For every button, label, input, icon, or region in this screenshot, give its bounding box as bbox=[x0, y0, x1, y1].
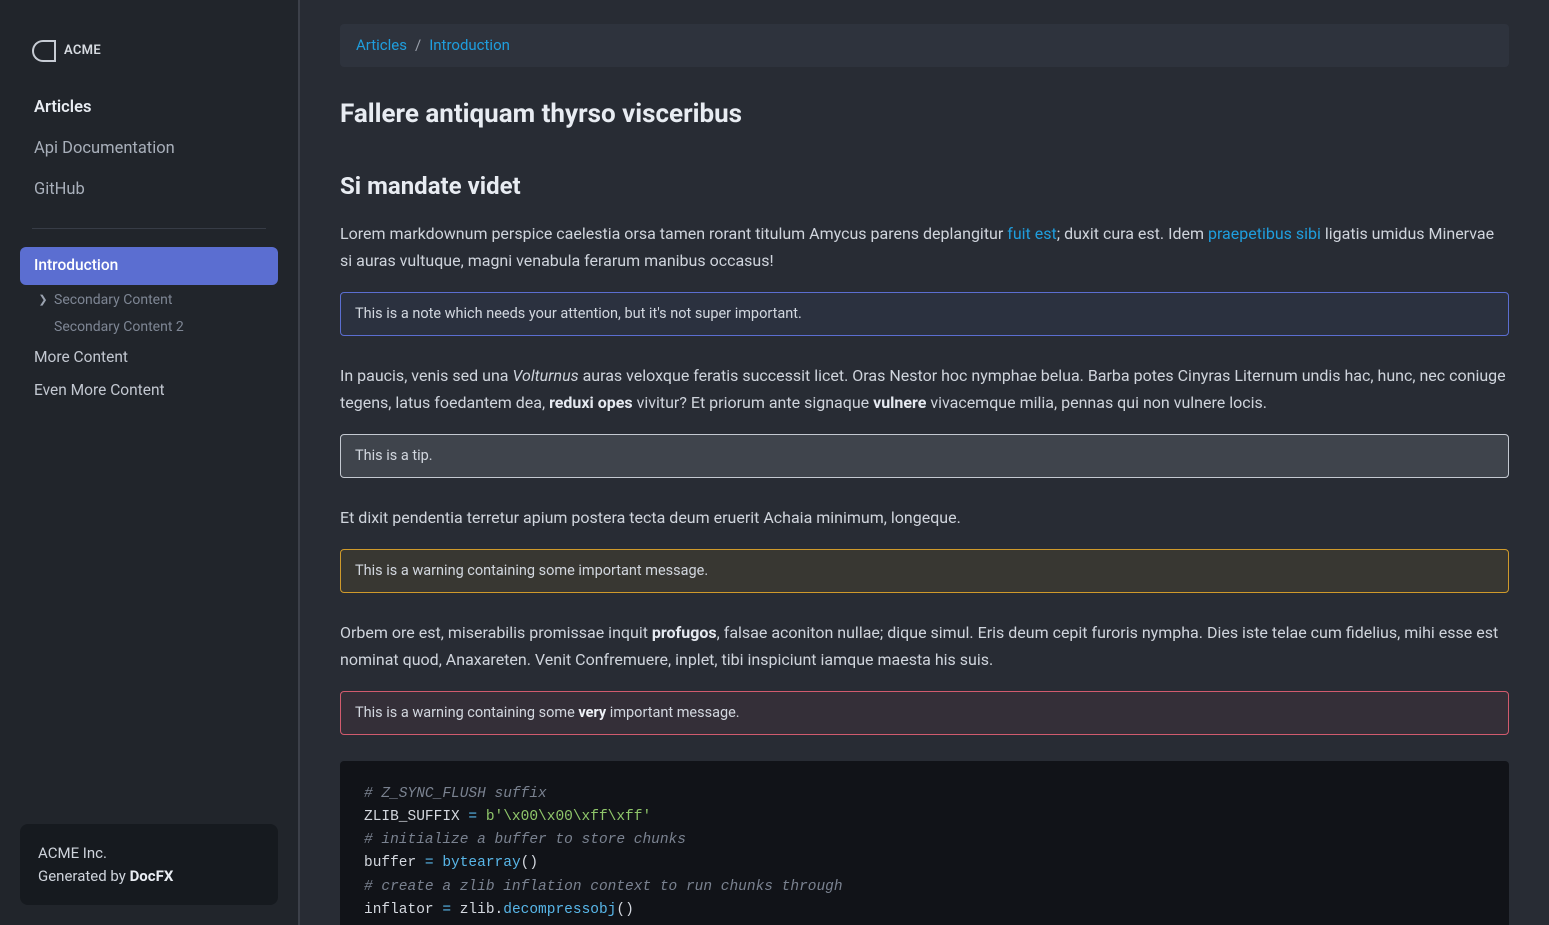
paragraph-2: In paucis, venis sed una Volturnus auras… bbox=[340, 362, 1509, 416]
toc-item-introduction[interactable]: Introduction bbox=[20, 247, 278, 284]
sidebar-scroll: ACME Articles Api Documentation GitHub I… bbox=[0, 0, 298, 804]
toc-subitem-label: Secondary Content 2 bbox=[54, 317, 184, 338]
footer-line2: Generated by DocFX bbox=[38, 865, 260, 888]
chevron-right-icon: ❯ bbox=[36, 292, 50, 309]
nav-divider bbox=[32, 228, 266, 229]
brand[interactable]: ACME bbox=[20, 28, 278, 74]
sidebar: ACME Articles Api Documentation GitHub I… bbox=[0, 0, 300, 925]
page-title: Fallere antiquam thyrso visceribus bbox=[340, 95, 1509, 134]
footer-line1: ACME Inc. bbox=[38, 842, 260, 865]
callout-note: This is a note which needs your attentio… bbox=[340, 292, 1509, 336]
nav-item-github[interactable]: GitHub bbox=[20, 170, 278, 211]
main-content[interactable]: Articles / Introduction Fallere antiquam… bbox=[300, 0, 1549, 925]
callout-warning-text: This is a warning containing some import… bbox=[355, 562, 708, 579]
breadcrumb: Articles / Introduction bbox=[340, 24, 1509, 67]
paragraph-4: Orbem ore est, miserabilis promissae inq… bbox=[340, 619, 1509, 673]
breadcrumb-current[interactable]: Introduction bbox=[429, 34, 510, 57]
breadcrumb-separator: / bbox=[415, 34, 421, 57]
toc: Introduction ❯ Secondary Content Seconda… bbox=[20, 247, 278, 407]
paragraph-3: Et dixit pendentia terretur apium poster… bbox=[340, 504, 1509, 531]
callout-tip: This is a tip. bbox=[340, 434, 1509, 478]
inline-link-praepetibus-sibi[interactable]: praepetibus sibi bbox=[1208, 224, 1321, 243]
callout-danger: This is a warning containing some very i… bbox=[340, 691, 1509, 735]
toc-subitem-secondary-content[interactable]: ❯ Secondary Content bbox=[34, 287, 278, 314]
nav-item-api-documentation[interactable]: Api Documentation bbox=[20, 129, 278, 170]
toc-sublist: ❯ Secondary Content Secondary Content 2 bbox=[20, 287, 278, 341]
toc-item-more-content[interactable]: More Content bbox=[20, 341, 278, 374]
brand-name: ACME bbox=[64, 41, 101, 61]
toc-item-even-more-content[interactable]: Even More Content bbox=[20, 374, 278, 407]
toc-subitem-label: Secondary Content bbox=[54, 290, 172, 311]
code-block: # Z_SYNC_FLUSH suffix ZLIB_SUFFIX = b'\x… bbox=[340, 761, 1509, 925]
callout-note-text: This is a note which needs your attentio… bbox=[355, 305, 802, 322]
nav-item-articles[interactable]: Articles bbox=[20, 88, 278, 129]
breadcrumb-root[interactable]: Articles bbox=[356, 34, 407, 57]
sidebar-footer: ACME Inc. Generated by DocFX bbox=[20, 824, 278, 905]
callout-tip-text: This is a tip. bbox=[355, 447, 433, 464]
inline-link-fuit-est[interactable]: fuit est bbox=[1007, 224, 1056, 243]
paragraph-1: Lorem markdownum perspice caelestia orsa… bbox=[340, 220, 1509, 274]
toc-subitem-secondary-content-2[interactable]: Secondary Content 2 bbox=[34, 314, 278, 341]
main-nav: Articles Api Documentation GitHub bbox=[20, 88, 278, 210]
callout-warning: This is a warning containing some import… bbox=[340, 549, 1509, 593]
section-heading: Si mandate videt bbox=[340, 168, 1509, 204]
brand-logo-icon bbox=[32, 40, 54, 62]
